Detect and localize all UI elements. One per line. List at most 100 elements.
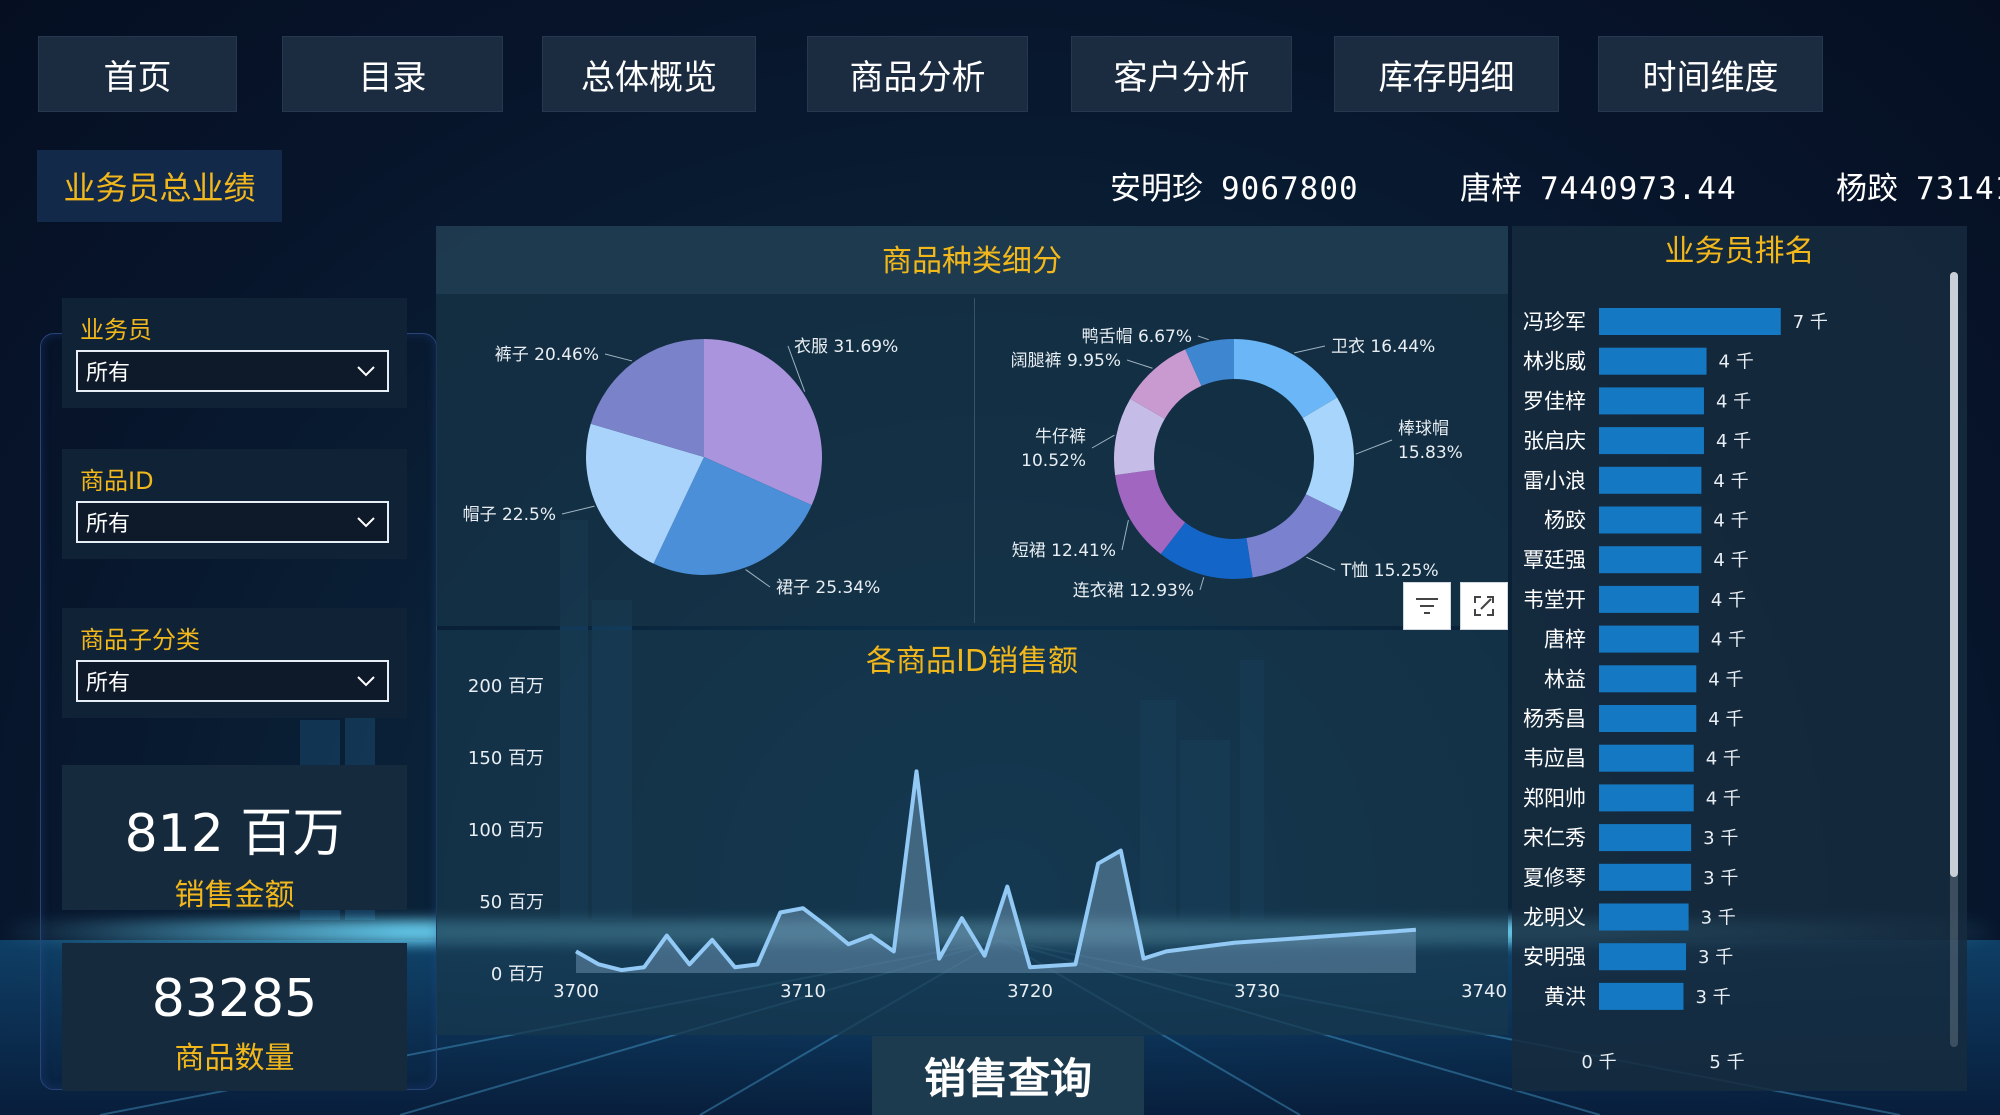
rank-name: 林兆威 [1523, 350, 1586, 374]
rank-name: 罗佳梓 [1523, 389, 1586, 413]
pie-label-line: 10.52% [1021, 451, 1086, 471]
pie-label: 裤子 20.46% [495, 345, 599, 365]
rank-name: 夏修琴 [1523, 866, 1586, 890]
chevron-down-icon [357, 676, 375, 687]
rank-name: 杨秀昌 [1523, 707, 1586, 731]
rank-bar [1599, 427, 1704, 455]
pie-label: 帽子 22.5% [463, 505, 556, 525]
y-tick-label: 50 百万 [479, 892, 544, 913]
select-value: 所有 [86, 361, 131, 386]
filter-product-id: 商品ID 所有 [62, 449, 407, 559]
x-tick-label: 3740 [1461, 981, 1507, 1002]
x-tick-label: 3700 [553, 981, 599, 1002]
x-tick-label: 3730 [1234, 981, 1280, 1002]
pie-label: 连衣裙 12.93% [1073, 581, 1194, 601]
pie-leader-line [1126, 359, 1153, 369]
performer-value: 9067800 [1221, 171, 1359, 207]
rank-bar [1599, 744, 1694, 772]
rank-value-label: 3 千 [1703, 868, 1738, 889]
page-title: 业务员总业绩 [37, 150, 282, 222]
rank-value-label: 4 千 [1713, 550, 1748, 571]
salesperson-select[interactable]: 所有 [76, 350, 389, 392]
rank-x-tick: 5 千 [1709, 1052, 1744, 1073]
rank-value-label: 4 千 [1706, 788, 1741, 809]
rank-name: 杨跤 [1544, 509, 1586, 533]
filter-subcategory: 商品子分类 所有 [62, 608, 407, 718]
rank-bar [1599, 903, 1689, 931]
rank-value-label: 3 千 [1703, 828, 1738, 849]
rank-bar [1599, 863, 1692, 891]
rank-name: 韦应昌 [1523, 747, 1586, 771]
pie-slice [1234, 339, 1338, 419]
x-tick-label: 3720 [1007, 981, 1053, 1002]
rank-value-label: 4 千 [1708, 669, 1743, 690]
kpi-product-quantity: 83285 商品数量 [62, 943, 407, 1091]
focus-mode-icon [1474, 596, 1494, 616]
y-tick-label: 150 百万 [468, 748, 544, 769]
rank-name: 唐梓 [1544, 628, 1586, 652]
rank-value-label: 4 千 [1708, 709, 1743, 730]
x-tick-label: 3710 [780, 981, 826, 1002]
pie-subcategory: 卫衣 16.44% 棒球帽 15.83% T恤 15.25% 连衣裙 12.93% 短裙 … [1011, 327, 1463, 601]
select-value: 所有 [86, 512, 131, 537]
rank-bar [1599, 943, 1687, 971]
nav-catalog[interactable]: 目录 [282, 36, 503, 112]
performer-name: 杨跤 [1836, 171, 1898, 207]
select-value: 所有 [86, 671, 131, 696]
rank-value-label: 4 千 [1713, 511, 1748, 532]
chevron-down-icon [357, 517, 375, 528]
rank-value-label: 4 千 [1706, 749, 1741, 770]
subcategory-select[interactable]: 所有 [76, 660, 389, 702]
chevron-down-icon [357, 366, 375, 377]
focus-mode-button[interactable] [1460, 582, 1508, 630]
filter-label: 业务员 [80, 316, 152, 344]
pie-leader-line [604, 353, 633, 362]
pie-label: 衣服 31.69% [794, 337, 898, 357]
rank-scrollbar-thumb[interactable] [1950, 272, 1958, 877]
sales-query-button[interactable]: 销售查询 [872, 1036, 1144, 1115]
pie-label: 牛仔裤 10.52% [1021, 427, 1086, 471]
kpi-label: 销售金额 [174, 878, 295, 913]
rank-name: 宋仁秀 [1523, 826, 1586, 850]
rank-value-label: 4 千 [1719, 352, 1754, 373]
nav-customer-analysis[interactable]: 客户分析 [1071, 36, 1292, 112]
pie-label-line: 牛仔裤 [1035, 427, 1086, 447]
rank-bar [1599, 347, 1707, 375]
performer-value: 73141 [1916, 171, 2000, 207]
pie-leader-line [1091, 434, 1115, 449]
kpi-value: 83285 [151, 969, 318, 1029]
rank-bar [1599, 784, 1694, 812]
nav-home[interactable]: 首页 [38, 36, 237, 112]
y-tick-label: 100 百万 [468, 820, 544, 841]
filter-button[interactable] [1403, 582, 1451, 630]
nav-inventory-detail[interactable]: 库存明细 [1334, 36, 1559, 112]
nav-product-analysis[interactable]: 商品分析 [807, 36, 1028, 112]
filter-label: 商品子分类 [80, 626, 200, 654]
pie-label: T恤 15.25% [1340, 561, 1439, 581]
pie-slice [1302, 397, 1354, 512]
performer-name: 安明珍 [1110, 171, 1203, 207]
category-panel-title: 商品种类细分 [882, 244, 1062, 279]
rank-bar [1599, 824, 1692, 852]
rank-value-label: 4 千 [1716, 431, 1751, 452]
rank-name: 张启庆 [1523, 429, 1586, 453]
kpi-label: 商品数量 [174, 1041, 295, 1076]
nav-time-dimension[interactable]: 时间维度 [1598, 36, 1823, 112]
filter-icon [1416, 598, 1438, 614]
pie-slice [1246, 494, 1342, 578]
rank-bar [1599, 665, 1697, 693]
performer-value: 7440973.44 [1540, 171, 1737, 207]
pie-leader-line [1197, 335, 1209, 341]
pie-leader-line [561, 505, 595, 515]
nav-overview[interactable]: 总体概览 [542, 36, 756, 112]
rank-name: 雷小浪 [1523, 469, 1586, 493]
pie-label: 卫衣 16.44% [1331, 337, 1435, 357]
pie-category: 衣服 31.69% 裙子 25.34% 帽子 22.5% 裤子 20.46% [463, 337, 899, 598]
pie-label: 棒球帽 15.83% [1398, 419, 1463, 463]
sales-area-chart: 0 百万 50 百万 100 百万 150 百万 200 百万 3700 3710 3720 3… [468, 676, 1507, 1002]
pie-label: 裙子 25.34% [776, 578, 880, 598]
pie-leader-line [1294, 345, 1326, 354]
performer-2: 唐梓 7440973.44 [1460, 163, 1737, 208]
rank-value-label: 4 千 [1711, 590, 1746, 611]
product-id-select[interactable]: 所有 [76, 501, 389, 543]
